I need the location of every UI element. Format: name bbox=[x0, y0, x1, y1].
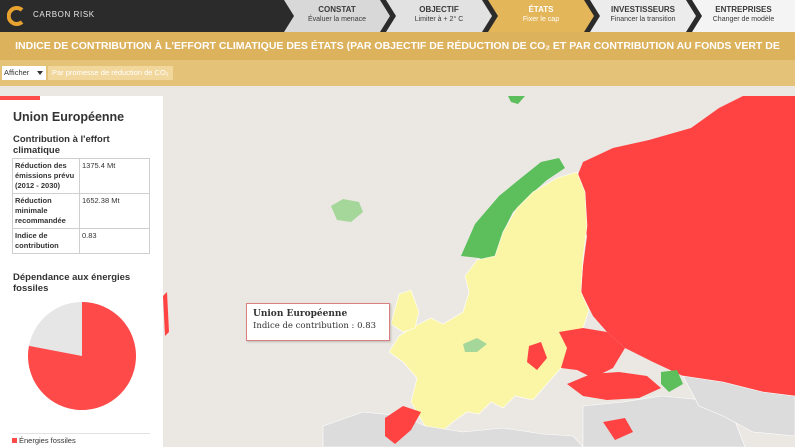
map-tooltip: Union Européenne Indice de contribution … bbox=[246, 303, 390, 341]
step-entreprises[interactable]: ENTREPRISES Changer de modèle bbox=[692, 0, 795, 32]
step-title: INVESTISSEURS bbox=[610, 5, 675, 14]
step-title: ÉTATS bbox=[528, 5, 554, 14]
step-title: CONSTAT bbox=[318, 5, 356, 14]
step-subtitle: Financer la transition bbox=[610, 16, 676, 23]
page-title: INDICE DE CONTRIBUTION À L'EFFORT CLIMAT… bbox=[0, 32, 795, 80]
legend-swatch bbox=[12, 438, 17, 443]
table-row: Réduction des émissions prévu (2012 - 20… bbox=[12, 158, 150, 194]
fossil-pie-chart bbox=[28, 302, 136, 410]
step-title: ENTREPRISES bbox=[715, 5, 772, 14]
step-objectif[interactable]: OBJECTIF Limiter à + 2° C bbox=[386, 0, 492, 32]
step-subtitle: Changer de modèle bbox=[712, 16, 775, 23]
table-key: Réduction minimale recommandée bbox=[12, 193, 80, 229]
chevron-down-icon bbox=[37, 71, 43, 75]
table-key: Indice de contribution bbox=[12, 228, 80, 254]
legend-label: Énergies fossiles bbox=[19, 436, 76, 445]
display-select-label: Afficher bbox=[4, 68, 30, 77]
step-subtitle: Fixer le cap bbox=[522, 16, 560, 23]
table-value: 1375.4 Mt bbox=[79, 158, 150, 194]
table-row: Indice de contribution 0.83 bbox=[12, 228, 150, 254]
contribution-heading: Contribution à l'effort climatique bbox=[13, 134, 110, 156]
contribution-table: Réduction des émissions prévu (2012 - 20… bbox=[12, 158, 150, 254]
table-value: 0.83 bbox=[79, 228, 150, 254]
step-constat[interactable]: CONSTAT Évaluer la menace bbox=[284, 0, 390, 32]
legend-divider bbox=[12, 433, 150, 434]
country-title: Union Européenne bbox=[13, 110, 125, 124]
display-select[interactable]: Afficher bbox=[2, 66, 46, 80]
panel-accent-bar bbox=[0, 96, 40, 100]
table-row: Réduction minimale recommandée 1652.38 M… bbox=[12, 193, 150, 229]
table-value: 1652.38 Mt bbox=[79, 193, 150, 229]
step-subtitle: Évaluer la menace bbox=[308, 16, 366, 23]
fossil-dependency-heading: Dépendance aux énergies fossiles bbox=[13, 272, 131, 294]
world-map[interactable] bbox=[163, 96, 795, 447]
tooltip-text: Indice de contribution : 0.83 bbox=[253, 321, 377, 331]
step-investisseurs[interactable]: INVESTISSEURS Financer la transition bbox=[590, 0, 696, 32]
step-etats[interactable]: ÉTATS Fixer le cap bbox=[488, 0, 594, 32]
pie-legend: Énergies fossiles bbox=[12, 436, 76, 445]
step-subtitle: Limiter à + 2° C bbox=[414, 16, 464, 23]
carbon-risk-logo-icon bbox=[7, 6, 24, 26]
brand-name: CARBON RISK bbox=[33, 10, 95, 19]
table-key: Réduction des émissions prévu (2012 - 20… bbox=[12, 158, 80, 194]
step-navigation: CONSTAT Évaluer la menace OBJECTIF Limiter… bbox=[284, 0, 795, 32]
tooltip-title: Union Européenne bbox=[253, 309, 348, 319]
top-bar: CARBON RISK CONSTAT Évaluer la menace OBJ… bbox=[0, 0, 795, 32]
filter-option-co2[interactable]: Par promesse de réduction de CO₂ bbox=[48, 66, 173, 80]
step-title: OBJECTIF bbox=[419, 5, 459, 14]
